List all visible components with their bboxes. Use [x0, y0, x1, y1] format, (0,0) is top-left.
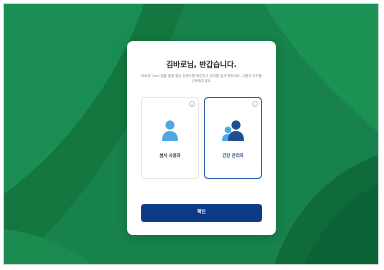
info-icon[interactable]: i — [189, 101, 195, 107]
dialog-title: 김바로님, 반갑습니다. — [166, 60, 237, 69]
two-users-icon — [222, 120, 244, 141]
dialog-description: 바로렌 Care 앱을 통해 혈당 트렌드를 확인하고 관리를 쉽게 해보세요.… — [141, 74, 262, 84]
option-label: 간강 관리자 — [222, 154, 244, 159]
info-icon[interactable]: i — [252, 101, 258, 107]
mode-option-sensor-user[interactable]: i 센서 사용자 — [141, 97, 199, 179]
mode-option-care-manager[interactable]: i 간강 관리자 — [204, 97, 262, 179]
app-frame: 김바로님, 반갑습니다. 바로렌 Care 앱을 통해 혈당 트렌드를 확인하고… — [3, 3, 379, 265]
single-user-icon — [162, 120, 178, 141]
option-label: 센서 사용자 — [159, 154, 181, 159]
confirm-button[interactable]: 확인 — [141, 204, 262, 222]
welcome-dialog: 김바로님, 반갑습니다. 바로렌 Care 앱을 통해 혈당 트렌드를 확인하고… — [127, 41, 276, 235]
